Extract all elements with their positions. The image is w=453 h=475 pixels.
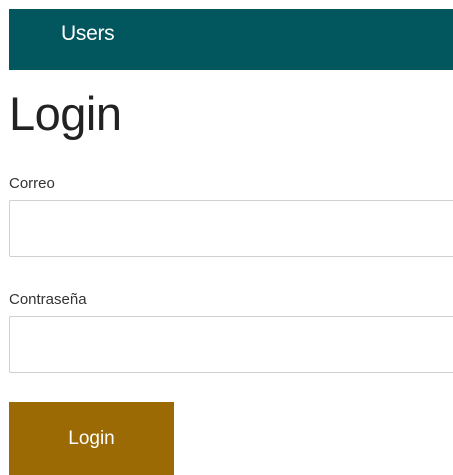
email-label: Correo [9,175,55,192]
password-label: Contraseña [9,291,87,308]
top-navbar: Users [9,9,453,70]
page-title: Login [9,87,122,140]
password-input[interactable] [9,316,453,373]
email-input[interactable] [9,200,453,257]
login-button[interactable]: Login [9,402,174,475]
nav-brand-users[interactable]: Users [61,21,115,47]
